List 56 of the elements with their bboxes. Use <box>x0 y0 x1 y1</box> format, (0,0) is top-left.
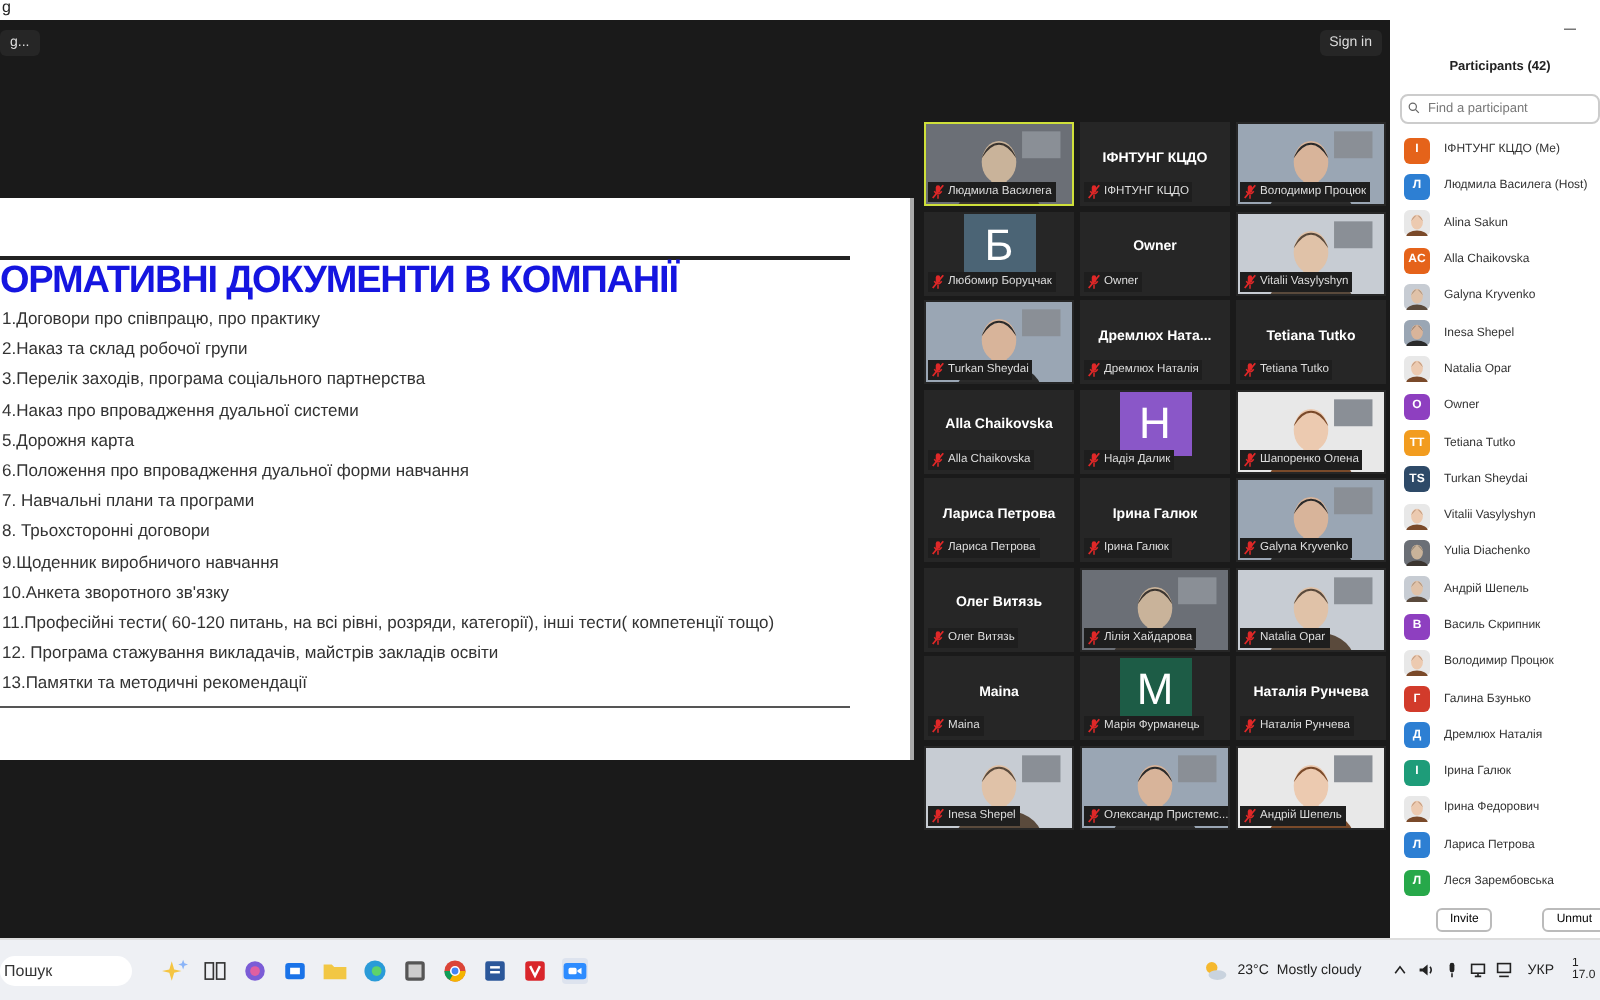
slide-list-item: 6.Положення про впровадження дуальної форми навчання <box>0 458 472 485</box>
muted-mic-icon <box>1244 807 1256 823</box>
task-view-icon[interactable] <box>202 957 229 983</box>
minimize-icon[interactable] <box>1564 28 1576 32</box>
app-icon[interactable] <box>522 957 549 983</box>
chevron-up-icon[interactable] <box>1391 962 1408 978</box>
muted-mic-icon <box>932 273 944 289</box>
muted-mic-icon <box>1244 629 1256 645</box>
slide-list-item: 5.Дорожня карта <box>0 427 137 454</box>
muted-mic-icon <box>1088 629 1100 645</box>
muted-mic-icon <box>932 362 944 378</box>
slide-list-item: 1.Договори про співпрацю, про практику <box>0 306 322 332</box>
slide-list-item: 13.Памятки та методичні рекомендації <box>0 670 309 697</box>
muted-mic-icon <box>1244 362 1256 378</box>
video-call-icon[interactable] <box>562 957 589 983</box>
muted-mic-icon <box>1244 718 1256 734</box>
muted-mic-icon <box>1088 273 1100 289</box>
muted-mic-icon <box>1088 184 1100 200</box>
muted-mic-icon <box>1088 540 1100 556</box>
display-icon[interactable] <box>1469 962 1486 978</box>
muted-mic-icon <box>932 629 944 645</box>
slide-list-item: 7. Навчальні плани та програми <box>0 488 257 515</box>
muted-mic-icon <box>932 184 944 200</box>
app-icon[interactable] <box>402 957 429 983</box>
slide-list-item: 8. Трьохсторонні договори <box>0 518 212 545</box>
muted-mic-icon <box>1088 362 1100 378</box>
speaker-icon[interactable] <box>1417 962 1434 978</box>
document-icon[interactable] <box>482 957 509 983</box>
slide-list-item: 4.Наказ про впровадження дуальної системи <box>0 397 361 424</box>
muted-mic-icon <box>1088 807 1100 823</box>
muted-mic-icon <box>932 718 944 734</box>
slide-list-item: 11.Професійні тести( 60-120 питань, на всі рівні, розряди, категорії), інші тести( компетенції тощо) <box>0 610 777 637</box>
muted-mic-icon <box>1088 451 1100 467</box>
slide-list-item: 2.Наказ та склад робочої групи <box>0 336 250 363</box>
browser-icon[interactable] <box>362 957 389 983</box>
app-icon[interactable] <box>242 957 269 983</box>
search-field[interactable]: Пошук <box>0 955 133 985</box>
browser-icon[interactable] <box>442 957 469 983</box>
muted-mic-icon <box>1244 451 1256 467</box>
app-icon[interactable] <box>282 957 309 983</box>
muted-mic-icon <box>1088 718 1100 734</box>
slide-list-item: 12. Програма стажування викладачів, майстрів закладів освіти <box>0 640 501 667</box>
slide-list-item: 9.Щоденник виробничого навчання <box>0 549 281 576</box>
page-title: g <box>2 0 11 16</box>
muted-mic-icon <box>1244 540 1256 556</box>
slide-list-item: 10.Анкета зворотного зв'язку <box>0 579 232 606</box>
avatar: Н <box>1119 391 1191 456</box>
slide-list-item: 3.Перелік заходів, програма соціального партнерства <box>0 366 428 393</box>
avatar: Б <box>963 213 1035 278</box>
muted-mic-icon <box>932 451 944 467</box>
muted-mic-icon <box>932 807 944 823</box>
muted-mic-icon <box>932 540 944 556</box>
muted-mic-icon <box>1244 273 1256 289</box>
search-icon <box>1408 102 1420 114</box>
muted-mic-icon <box>1244 184 1256 200</box>
slide-title: ОРМАТИВНІ ДОКУМЕНТИ В КОМПАНІЇ <box>0 260 682 304</box>
